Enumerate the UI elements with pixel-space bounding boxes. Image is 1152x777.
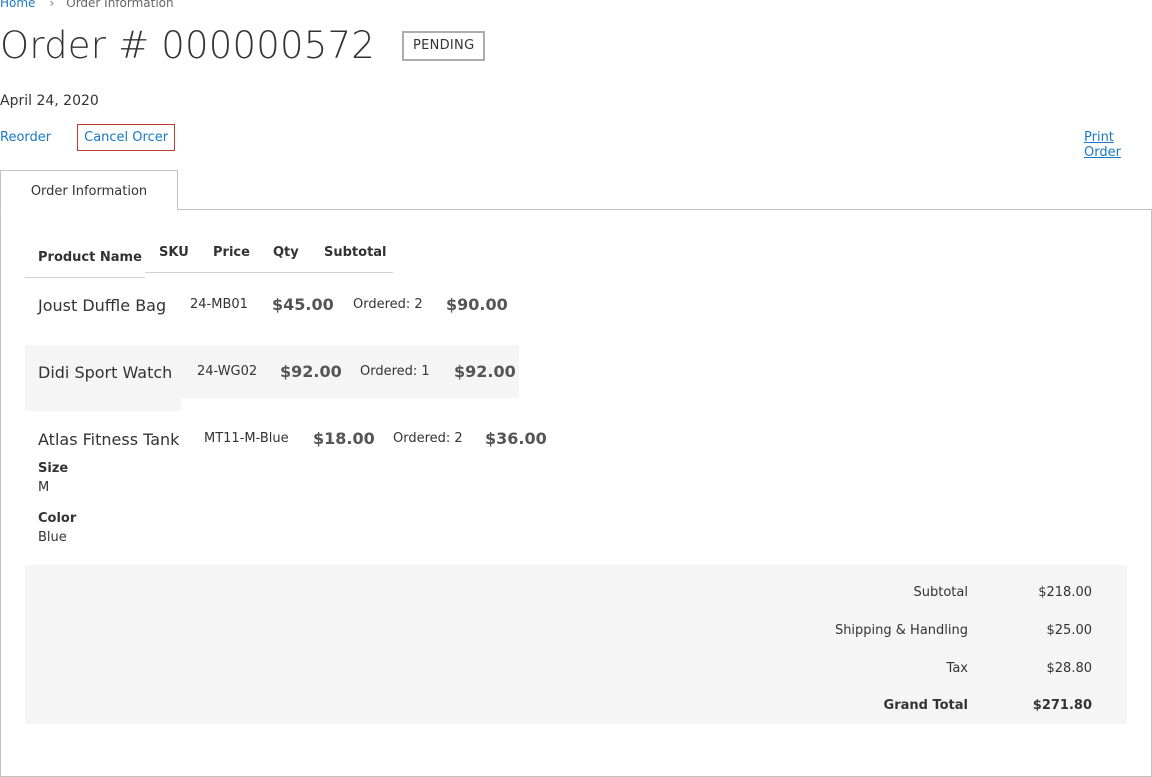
tax-label: Tax [946, 661, 968, 676]
tax-value: $28.80 [1046, 661, 1093, 676]
product-qty: Ordered: 2 [353, 297, 423, 312]
breadcrumb-home-link[interactable]: Home [0, 0, 35, 10]
breadcrumb-current: Order Information [66, 0, 174, 10]
order-date: April 24, 2020 [0, 93, 99, 109]
column-header-subtotal: Subtotal [324, 245, 387, 260]
status-badge: PENDING [401, 31, 486, 61]
header-divider [25, 277, 145, 278]
grand-total-value: $271.80 [1032, 698, 1092, 713]
order-totals: Subtotal $218.00 Shipping & Handling $25… [25, 565, 1127, 724]
option-value-color: Blue [38, 530, 67, 545]
option-label-color: Color [38, 511, 77, 526]
subtotal-value: $218.00 [1038, 585, 1092, 600]
order-actions: Reorder Cancel Orcer [0, 124, 176, 151]
option-value-size: M [38, 480, 50, 495]
shipping-value: $25.00 [1046, 623, 1093, 638]
grand-total-label: Grand Total [883, 698, 968, 713]
row-highlight [25, 398, 181, 411]
product-sku: 24-WG02 [197, 364, 258, 379]
product-subtotal: $36.00 [485, 429, 547, 448]
product-price: $92.00 [280, 362, 342, 381]
subtotal-label: Subtotal [913, 585, 968, 600]
product-name: Joust Duffle Bag [38, 296, 167, 315]
tab-order-information[interactable]: Order Information [0, 170, 178, 211]
title-row: Order # 000000572 PENDING [0, 24, 486, 68]
page-title: Order # 000000572 [0, 24, 375, 67]
product-sku: 24-MB01 [190, 297, 248, 312]
cancel-order-link[interactable]: Cancel Orcer [77, 124, 176, 151]
column-header-product-name: Product Name [38, 250, 142, 265]
chevron-right-icon: › [49, 0, 55, 10]
column-header-qty: Qty [273, 245, 299, 260]
header-divider [145, 272, 393, 273]
product-name: Didi Sport Watch [38, 363, 173, 382]
reorder-link[interactable]: Reorder [0, 130, 51, 145]
option-label-size: Size [38, 461, 69, 476]
shipping-label: Shipping & Handling [834, 623, 968, 638]
product-name: Atlas Fitness Tank [38, 430, 180, 449]
product-qty: Ordered: 1 [360, 364, 430, 379]
product-qty: Ordered: 2 [393, 431, 463, 446]
product-price: $45.00 [272, 295, 334, 314]
print-order-link[interactable]: Print Order [1084, 130, 1152, 160]
column-header-sku: SKU [159, 245, 189, 260]
product-sku: MT11-M-Blue [204, 431, 289, 446]
product-subtotal: $90.00 [446, 295, 508, 314]
column-header-price: Price [213, 245, 250, 260]
product-price: $18.00 [313, 429, 375, 448]
product-subtotal: $92.00 [454, 362, 516, 381]
breadcrumb: Home › Order Information [0, 0, 174, 10]
